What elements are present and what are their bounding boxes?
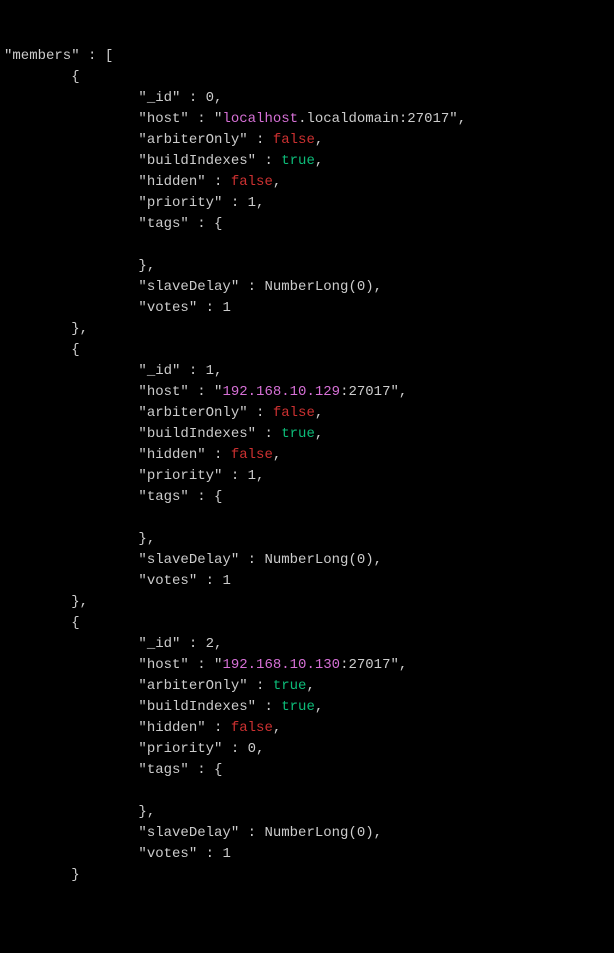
code-block: "members" : [ { "_id" : 0, "host" : "loc… bbox=[4, 46, 610, 886]
